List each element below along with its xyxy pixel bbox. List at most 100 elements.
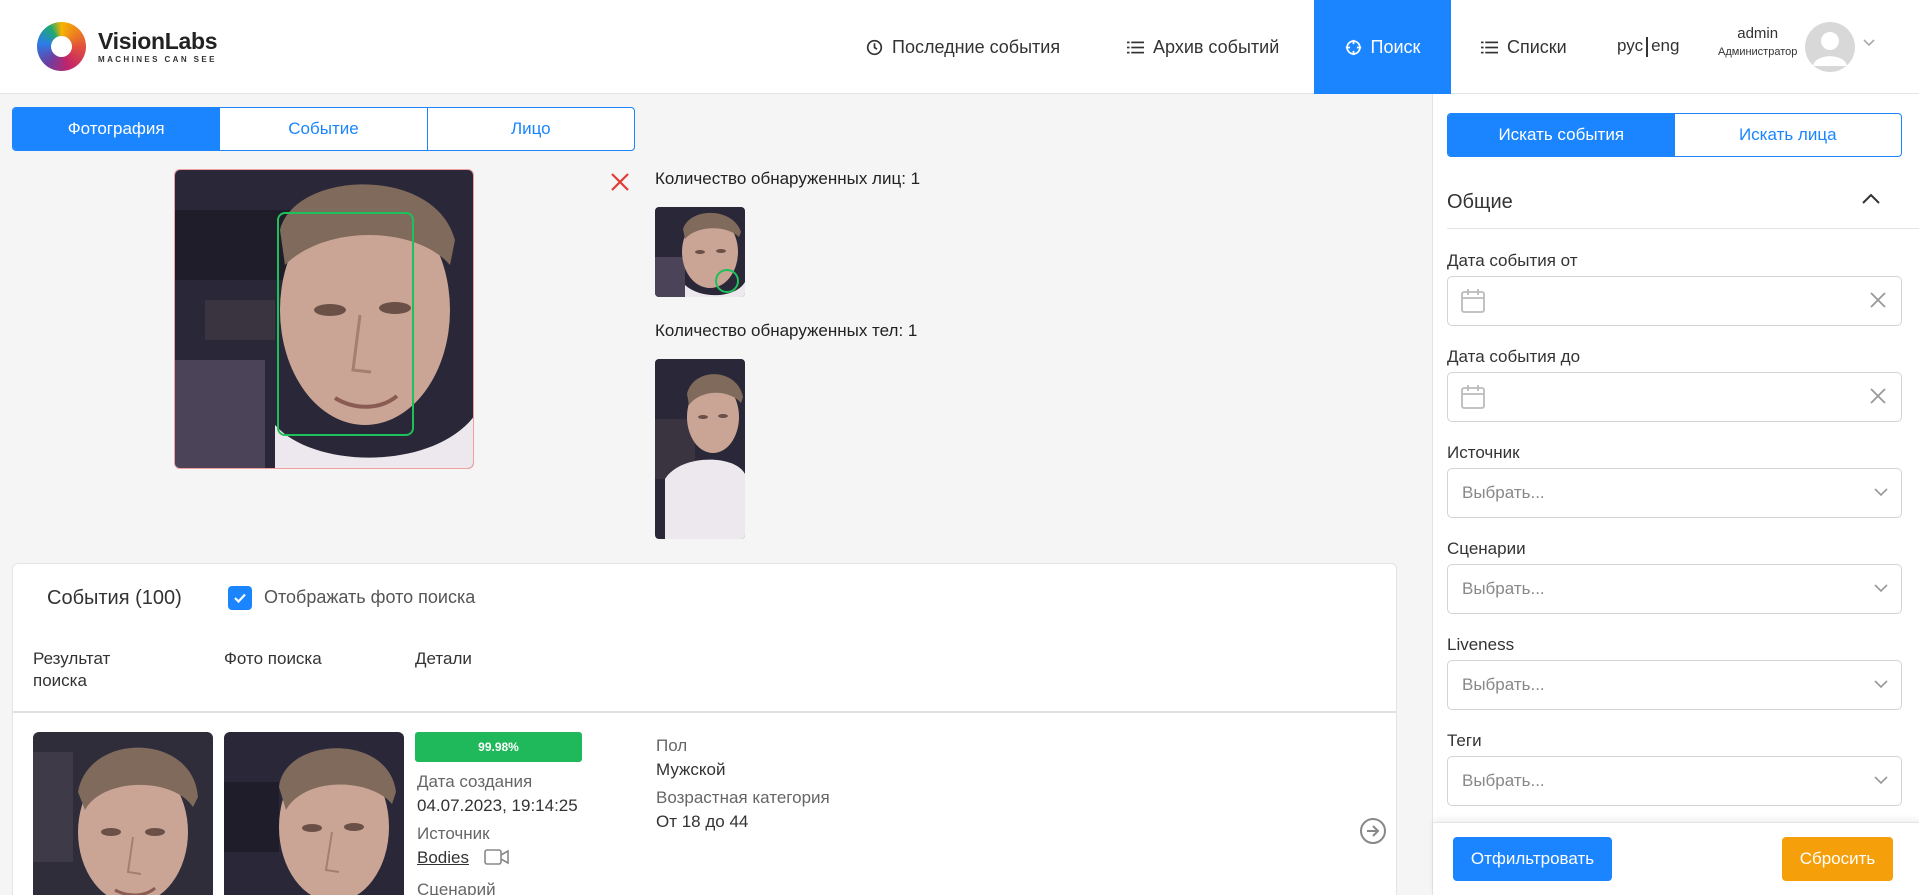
faces-count: Количество обнаруженных лиц: 1 [655, 169, 921, 188]
tab-search-events[interactable]: Искать события [1448, 114, 1675, 156]
liveness-label: Liveness [1447, 635, 1515, 654]
liveness-select-placeholder: Выбрать... [1462, 675, 1545, 694]
source-value: Bodies [417, 848, 510, 868]
nav-search-label: Поиск [1370, 36, 1421, 57]
checkmark-icon [715, 269, 739, 293]
section-general-title: Общие [1447, 191, 1513, 213]
result-face-image [33, 732, 213, 895]
column-details: Детали [415, 649, 472, 668]
events-panel: События (100) Отображать фото поиска Рез… [12, 563, 1397, 895]
gender-value: Мужской [656, 760, 726, 779]
tab-photo[interactable]: Фотография [13, 108, 221, 150]
nav-lists[interactable]: Списки [1481, 0, 1567, 94]
date-from-field[interactable] [1447, 276, 1902, 326]
bodies-count: Количество обнаруженных тел: 1 [655, 321, 918, 340]
user-info[interactable]: admin Администратор [1718, 25, 1797, 58]
language-switcher: рус eng [1617, 36, 1679, 57]
chevron-down-icon [1874, 680, 1888, 689]
source-select-placeholder: Выбрать... [1462, 483, 1545, 502]
date-to-label: Дата события до [1447, 347, 1581, 366]
scenarios-select-placeholder: Выбрать... [1462, 579, 1545, 598]
chevron-down-icon [1874, 776, 1888, 785]
search-face-image [224, 732, 404, 895]
face-thumbnail[interactable] [655, 207, 745, 297]
face-detection-box[interactable] [277, 212, 414, 436]
logo-mark-icon [37, 22, 86, 71]
lang-separator [1646, 36, 1649, 57]
avatar[interactable] [1805, 22, 1855, 72]
source-select[interactable]: Выбрать... [1447, 468, 1902, 518]
list-icon [1127, 41, 1144, 53]
date-to-field[interactable] [1447, 372, 1902, 422]
column-result: Результат поиска [33, 649, 111, 690]
similarity-score-badge: 99.98% [415, 732, 582, 762]
result-photo[interactable] [33, 732, 213, 895]
tags-label: Теги [1447, 731, 1482, 750]
created-value: 04.07.2023, 19:14:25 [417, 796, 578, 815]
search-mode-tabs: Искать события Искать лица [1447, 113, 1902, 157]
source-label: Источник [417, 824, 490, 843]
chevron-down-icon [1874, 488, 1888, 497]
lang-en[interactable]: eng [1651, 36, 1679, 55]
show-search-photo-checkbox[interactable] [228, 586, 252, 610]
list-icon [1481, 41, 1498, 53]
clock-icon [866, 39, 883, 55]
show-search-photo-label: Отображать фото поиска [264, 587, 476, 607]
source-filter-label: Источник [1447, 443, 1520, 462]
scenarios-select[interactable]: Выбрать... [1447, 564, 1902, 614]
chevron-up-icon[interactable] [1860, 192, 1882, 206]
age-label: Возрастная категория [656, 788, 830, 807]
body-thumb-image [655, 359, 745, 539]
nav-archive[interactable]: Архив событий [1127, 0, 1279, 94]
scenarios-label: Сценарии [1447, 539, 1526, 558]
section-divider [1447, 228, 1919, 229]
created-label: Дата создания [417, 772, 533, 791]
user-avatar-icon [1813, 32, 1847, 66]
events-title: События (100) [47, 587, 182, 609]
brand-tagline: MACHINES CAN SEE [98, 55, 217, 64]
user-role: Администратор [1718, 46, 1798, 58]
user-name: admin [1737, 25, 1779, 42]
reset-button[interactable]: Сбросить [1782, 837, 1893, 881]
filter-sidebar: Искать события Искать лица Общие Дата со… [1432, 94, 1919, 895]
liveness-select[interactable]: Выбрать... [1447, 660, 1902, 710]
brand-name: VisionLabs [98, 28, 218, 54]
top-header: VisionLabs MACHINES CAN SEE Последние со… [0, 0, 1919, 94]
nav-recent-events-label: Последние события [892, 36, 1061, 57]
events-header-divider [13, 711, 1396, 713]
close-icon[interactable] [610, 172, 630, 192]
nav-search[interactable]: Поиск [1314, 0, 1451, 94]
source-link[interactable]: Bodies [417, 848, 469, 867]
tags-select[interactable]: Выбрать... [1447, 756, 1902, 806]
scenario-label: Сценарий [417, 880, 496, 895]
nav-lists-label: Списки [1507, 36, 1567, 57]
age-value: От 18 до 44 [656, 812, 749, 831]
calendar-icon [1461, 385, 1485, 409]
lang-ru[interactable]: рус [1617, 36, 1643, 55]
tags-select-placeholder: Выбрать... [1462, 771, 1545, 790]
body-thumbnail[interactable] [655, 359, 745, 539]
crosshair-icon [1345, 39, 1361, 55]
video-camera-icon[interactable] [483, 849, 510, 865]
calendar-icon [1461, 289, 1485, 313]
clear-icon[interactable] [1869, 291, 1887, 309]
tab-event[interactable]: Событие [220, 108, 428, 150]
brand-logo[interactable]: VisionLabs MACHINES CAN SEE [37, 22, 218, 71]
search-type-tabs: Фотография Событие Лицо [12, 107, 635, 151]
filter-actions-bar: Отфильтровать Сбросить [1433, 822, 1919, 895]
nav-archive-label: Архив событий [1153, 36, 1280, 57]
checkmark-icon [234, 593, 246, 604]
chevron-down-icon[interactable] [1862, 38, 1876, 48]
date-from-label: Дата события от [1447, 251, 1578, 270]
tab-search-faces[interactable]: Искать лица [1675, 114, 1902, 156]
search-photo-thumbnail[interactable] [224, 732, 404, 895]
filter-button[interactable]: Отфильтровать [1453, 837, 1612, 881]
tab-face[interactable]: Лицо [428, 108, 634, 150]
gender-label: Пол [656, 736, 688, 755]
clear-icon[interactable] [1869, 387, 1887, 405]
search-photo [174, 169, 474, 469]
nav-recent-events[interactable]: Последние события [866, 0, 1060, 94]
column-search-photo: Фото поиска [224, 649, 322, 668]
chevron-down-icon [1874, 584, 1888, 593]
arrow-right-circle-icon[interactable] [1359, 817, 1387, 845]
